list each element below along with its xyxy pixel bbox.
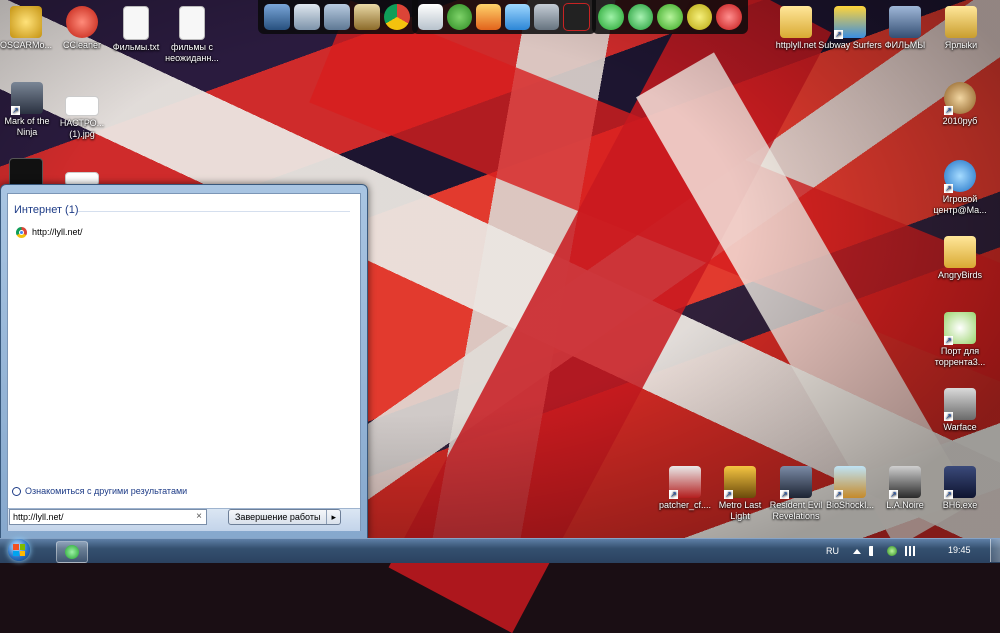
- shutdown-label: Завершение работы: [229, 510, 328, 524]
- start-menu: Интернет (1) http://lyll.net/ Ознакомить…: [0, 184, 368, 540]
- system-tray: RU: [826, 540, 915, 562]
- desktop-icon-angrybirds[interactable]: AngryBirds: [928, 236, 992, 281]
- search-icon: [12, 486, 21, 496]
- power-yellow-icon[interactable]: [686, 4, 713, 30]
- see-more-results-label: Ознакомиться с другими результатами: [25, 486, 188, 496]
- folder-icon: [945, 6, 977, 38]
- folder-icon: [780, 6, 812, 38]
- network-icon[interactable]: [294, 4, 320, 30]
- game-ninja-icon: [11, 82, 43, 115]
- desktop-icon-warface[interactable]: Warface: [928, 388, 992, 433]
- subway-surfers-icon: [834, 6, 866, 39]
- desktop-icon-2010rub[interactable]: 2010руб: [928, 82, 992, 127]
- search-input[interactable]: http://lyll.net/ ×: [9, 509, 207, 525]
- search-result-label: http://lyll.net/: [32, 227, 83, 237]
- grid-icon[interactable]: [563, 3, 590, 31]
- desktop-icon-torrent-port[interactable]: Порт для торрента3...: [928, 312, 992, 368]
- desktop-icon-films-folder[interactable]: ФИЛЬМЫ: [873, 6, 937, 51]
- chrome-icon[interactable]: [384, 4, 410, 30]
- clock[interactable]: 19:45: [948, 545, 971, 555]
- bioshock-icon: [834, 466, 866, 499]
- results-section-heading: Интернет (1): [14, 204, 79, 216]
- documents-icon[interactable]: [324, 4, 350, 30]
- music-icon[interactable]: [505, 4, 530, 30]
- folder-icon: [944, 236, 976, 268]
- la-noire-icon: [889, 466, 921, 499]
- desktop-icon-bh6[interactable]: BH6.exe: [928, 466, 992, 511]
- see-more-results-link[interactable]: Ознакомиться с другими результатами: [12, 486, 187, 496]
- shutdown-button[interactable]: Завершение работы ▸: [228, 509, 341, 525]
- desktop-icon-shortcuts-folder[interactable]: Ярлыkи: [929, 6, 993, 51]
- desktop-icon-metro-last-light[interactable]: Metro Last Light: [708, 466, 772, 522]
- camera-icon[interactable]: [534, 4, 559, 30]
- network-status-icon[interactable]: [887, 546, 897, 556]
- metro-icon: [724, 466, 756, 499]
- language-indicator[interactable]: RU: [826, 546, 839, 556]
- signal-icon[interactable]: [905, 546, 915, 556]
- desktop-icon-films-txt[interactable]: Фильмы.txt: [104, 6, 168, 53]
- top-dock-left: [258, 0, 418, 34]
- power-red-icon[interactable]: [716, 4, 742, 30]
- text-file-icon: [179, 6, 205, 40]
- text-file-icon: [123, 6, 149, 40]
- speaker-icon[interactable]: [354, 4, 380, 30]
- show-desktop-button[interactable]: [990, 539, 1000, 562]
- runner-icon[interactable]: [418, 4, 443, 30]
- ccleaner-icon: [66, 6, 98, 38]
- bh6-icon: [944, 466, 976, 499]
- desktop-icon-films-unexpected[interactable]: фильмы с неожиданн...: [160, 6, 224, 64]
- mail-agent-icon[interactable]: [598, 4, 624, 30]
- windows-flag-icon: [13, 544, 25, 556]
- top-dock-right: [592, 0, 748, 34]
- crossfire-icon: [669, 466, 701, 499]
- oscar-mouse-icon: [10, 6, 42, 38]
- image-file-icon: [65, 96, 99, 116]
- plants-icon: [944, 312, 976, 345]
- utorrent-icon[interactable]: [447, 4, 472, 30]
- game-robot-icon: [944, 82, 976, 115]
- search-input-value: http://lyll.net/: [13, 512, 64, 522]
- show-hidden-icons-icon[interactable]: [853, 548, 861, 554]
- warface-icon: [944, 388, 976, 421]
- section-divider: [78, 211, 350, 212]
- films-folder-icon: [889, 6, 921, 38]
- mail-agent-icon: [65, 545, 79, 559]
- game-center-icon: [944, 160, 976, 193]
- resident-evil-icon: [780, 466, 812, 499]
- volume-icon[interactable]: [869, 546, 879, 556]
- start-menu-results-panel: Интернет (1) http://lyll.net/ Ознакомить…: [7, 193, 361, 531]
- radio-icon[interactable]: [627, 4, 654, 30]
- icq-icon[interactable]: [657, 4, 683, 30]
- top-dock-middle: [412, 0, 596, 34]
- monitor-icon[interactable]: [264, 4, 290, 30]
- shutdown-options-arrow-icon[interactable]: ▸: [327, 510, 340, 524]
- desktop-icon-game-center[interactable]: Игровой центр@Ma...: [928, 160, 992, 216]
- chrome-icon: [16, 226, 27, 238]
- search-result-item[interactable]: http://lyll.net/: [16, 224, 83, 240]
- start-button[interactable]: [2, 539, 36, 561]
- clear-search-icon[interactable]: ×: [196, 511, 202, 522]
- taskbar-app-mail-agent[interactable]: [56, 541, 88, 563]
- desktop-icon-settings-jpg[interactable]: НАСТРО... (1).jpg: [50, 96, 114, 140]
- maps-icon[interactable]: [476, 4, 501, 30]
